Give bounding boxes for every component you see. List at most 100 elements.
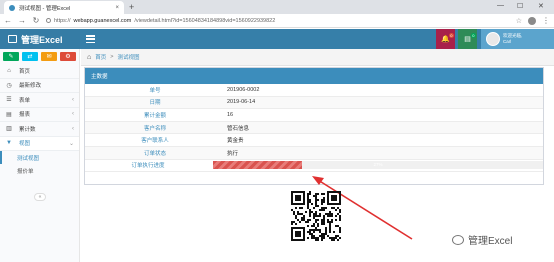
- field-label: 累计金额: [143, 112, 166, 119]
- sidebar-item-forms[interactable]: ☰ 表单 ‹: [0, 93, 79, 108]
- sidebar-shortcuts: ✎ ⇄ ✉ ⚙: [0, 49, 79, 64]
- list-icon: ▤: [464, 36, 471, 43]
- sidebar-item-recent[interactable]: ◷ 最新修改: [0, 79, 79, 93]
- sidebar-item-home[interactable]: ⌂ 首页: [0, 64, 79, 79]
- breadcrumb: ⌂ 首页 > 测试视图: [81, 49, 554, 66]
- sidebar-item-label: 表单: [19, 97, 31, 104]
- new-tab-button[interactable]: +: [129, 1, 134, 13]
- chevron-left-icon: ‹: [72, 96, 74, 103]
- panel-title: 主数据: [85, 68, 543, 84]
- filter-icon: ▼: [6, 140, 12, 147]
- reload-icon[interactable]: ↻: [32, 16, 40, 25]
- window-close-icon[interactable]: ✕: [538, 2, 544, 10]
- logo-text: 管理Excel: [21, 34, 63, 45]
- browser-menu-icon[interactable]: ⋮: [542, 16, 550, 25]
- app-logo[interactable]: 管理Excel: [0, 29, 80, 49]
- table-icon: ▥: [6, 126, 12, 133]
- detail-rows: 单号 201906-0002 日期 2019-06-14 累计金额 16 客户名…: [85, 84, 543, 173]
- field-value: 2019-06-14: [227, 99, 256, 106]
- table-row: 累计金额 16: [85, 109, 543, 122]
- report-icon: ▤: [6, 111, 12, 118]
- user-name: Carl: [503, 39, 512, 44]
- watermark: 管理Excel: [452, 232, 512, 247]
- clock-icon: ◷: [6, 82, 12, 89]
- tab-close-icon[interactable]: ×: [115, 5, 119, 11]
- table-row: 客户名称 管石信息: [85, 121, 543, 135]
- url-field[interactable]: https://webapp.guanexcel.com/viewdetail.…: [46, 16, 510, 26]
- url-prefix: https://: [54, 17, 71, 24]
- wechat-icon: [452, 234, 464, 245]
- maximize-icon[interactable]: ☐: [517, 2, 523, 10]
- table-row: 日期 2019-06-14: [85, 96, 543, 110]
- sidebar-item-label: 累计数: [19, 126, 36, 133]
- detail-panel: 主数据 单号 201906-0002 日期 2019-06-14 累计金额 16…: [84, 67, 544, 185]
- sidebar-item-views[interactable]: ▼ 视图 ⌄: [0, 136, 79, 151]
- chevron-left-icon: ‹: [72, 111, 74, 118]
- progress-text: 27%: [373, 162, 383, 168]
- edit-icon[interactable]: ✎: [3, 52, 19, 61]
- order-progress-bar: 27%: [213, 161, 543, 170]
- account-icon[interactable]: [528, 16, 536, 25]
- sidebar: ✎ ⇄ ✉ ⚙ ⌂ 首页 ◷ 最新修改 ☰ 表单 ‹ ▤ 报表 ‹ ▥ 累计数 …: [0, 49, 80, 262]
- field-value: 201906-0002: [227, 86, 260, 93]
- field-label: 客户联系人: [141, 138, 169, 145]
- field-value: 管石信息: [227, 125, 250, 132]
- dashboard-icon: ⌂: [7, 67, 11, 74]
- bookmark-star-icon[interactable]: ☆: [516, 17, 522, 25]
- sidebar-subitem-quote[interactable]: 报价单: [0, 164, 79, 177]
- logo-icon: [8, 35, 17, 43]
- collapse-sidebar-button[interactable]: «: [34, 193, 46, 201]
- notifications-button[interactable]: 🔔 0: [436, 29, 455, 49]
- settings-icon[interactable]: ⚙: [60, 52, 76, 61]
- breadcrumb-current: 测试视图: [117, 55, 140, 61]
- url-path: /viewdetail.html?id=15604834184898vid=15…: [134, 17, 276, 24]
- field-value: 黄金贵: [227, 138, 244, 145]
- forward-icon[interactable]: →: [18, 16, 26, 25]
- sidebar-item-label: 首页: [19, 68, 31, 75]
- chevron-down-icon: ⌄: [68, 140, 74, 147]
- table-row: 单号 201906-0002: [85, 84, 543, 97]
- back-icon[interactable]: ←: [4, 16, 12, 25]
- breadcrumb-separator: >: [110, 54, 114, 60]
- field-label: 订单执行进度: [131, 163, 165, 170]
- messages-button[interactable]: ▤ 0: [458, 29, 477, 49]
- home-icon[interactable]: ⌂: [87, 54, 91, 61]
- favicon-icon: [9, 4, 15, 11]
- field-label: 日期: [149, 100, 161, 107]
- tab-title: 测试视图 - 管理Excel: [19, 5, 71, 12]
- watermark-text: 管理Excel: [468, 236, 513, 247]
- app-header: 管理Excel 🔔 0 ▤ 0 欢迎光临, Carl: [0, 29, 554, 49]
- qr-code: [291, 191, 341, 241]
- sidebar-item-reports[interactable]: ▤ 报表 ‹: [0, 108, 79, 122]
- field-value: 16: [227, 111, 234, 118]
- sidebar-subitem-test-view[interactable]: 测试视图: [0, 151, 79, 164]
- avatar: [486, 32, 500, 46]
- url-host: webapp.guanexcel.com: [73, 17, 132, 24]
- user-menu[interactable]: 欢迎光临, Carl: [481, 29, 554, 49]
- sidebar-item-label: 报表: [19, 112, 31, 119]
- table-row: 订单状态 执行: [85, 146, 543, 160]
- sidebar-item-cumulative[interactable]: ▥ 累计数 ‹: [0, 122, 79, 137]
- table-row: 订单执行进度 27%: [85, 160, 543, 173]
- lock-icon: [46, 18, 51, 23]
- browser-tab[interactable]: 测试视图 - 管理Excel ×: [4, 1, 124, 14]
- sidebar-item-label: 最新修改: [19, 83, 42, 90]
- field-label: 客户名称: [143, 125, 166, 132]
- exchange-icon[interactable]: ⇄: [22, 52, 38, 61]
- field-label: 订单状态: [143, 150, 166, 157]
- breadcrumb-home[interactable]: 首页: [95, 53, 106, 61]
- form-icon: ☰: [6, 97, 12, 104]
- sidebar-toggle-icon[interactable]: [86, 34, 95, 44]
- table-row: 客户联系人 黄金贵: [85, 134, 543, 147]
- sidebar-item-label: 视图: [19, 141, 31, 148]
- minimize-icon[interactable]: —: [497, 2, 504, 9]
- notifications-badge: 0: [448, 33, 454, 38]
- field-label: 单号: [149, 87, 161, 94]
- field-value: 27%: [211, 161, 543, 170]
- chevron-left-icon: ‹: [72, 125, 74, 132]
- messages-badge: 0: [470, 33, 476, 38]
- browser-tab-strip: 测试视图 - 管理Excel × + — ☐ ✕: [0, 0, 554, 14]
- address-toolbar: ← → ↻ https://webapp.guanexcel.com/viewd…: [0, 14, 554, 28]
- field-value: 执行: [227, 150, 239, 157]
- mail-icon[interactable]: ✉: [41, 52, 57, 61]
